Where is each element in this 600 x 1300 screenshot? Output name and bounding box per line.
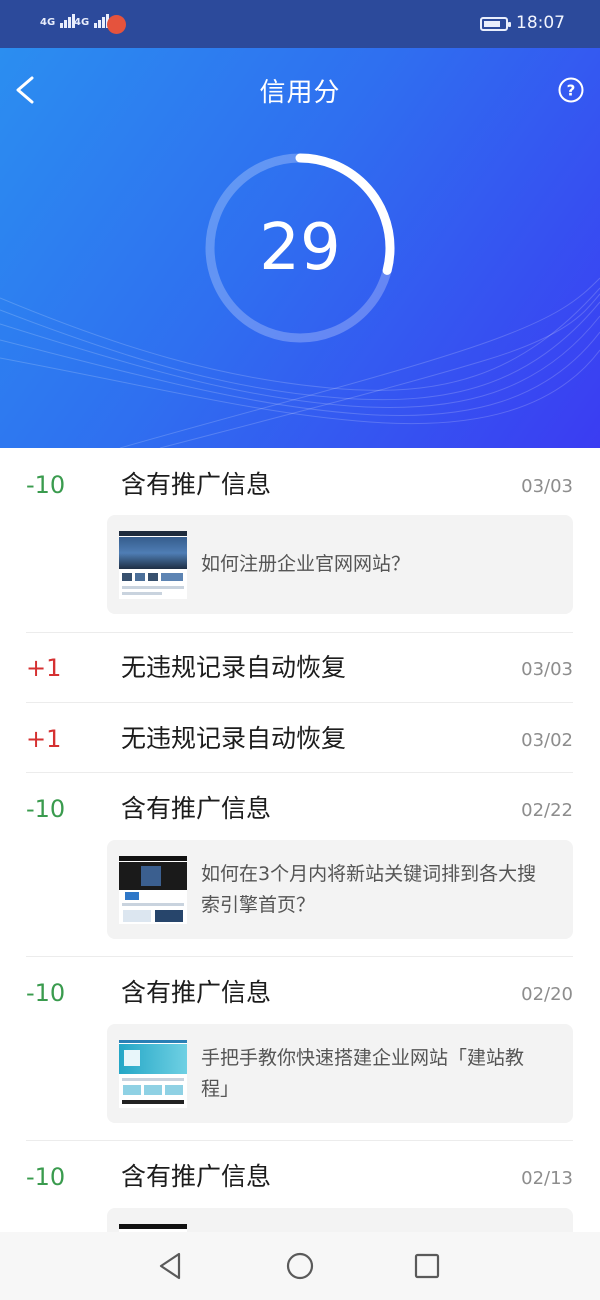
score-delta: -10 (26, 979, 66, 1007)
score-delta: -10 (26, 795, 66, 823)
article-card[interactable]: 手把手教你快速搭建企业网站「建站教程」 (107, 1024, 573, 1123)
help-circle-icon: ? (558, 77, 584, 103)
score-delta: +1 (26, 725, 62, 753)
record-reason: 含有推广信息 (121, 794, 272, 823)
nav-recents-button[interactable] (411, 1250, 443, 1282)
nav-back-button[interactable] (155, 1250, 187, 1282)
record-date: 02/13 (521, 1168, 573, 1189)
back-triangle-icon (159, 1252, 181, 1280)
score-delta: -10 (26, 471, 66, 499)
signal-4g-icon: 4G (40, 14, 75, 28)
article-card[interactable] (107, 1208, 573, 1232)
article-title: 如何在3个月内将新站关键词排到各大搜索引擎首页？ (201, 863, 537, 916)
recents-square-icon (414, 1253, 440, 1279)
article-card[interactable]: 如何在3个月内将新站关键词排到各大搜索引擎首页？ (107, 840, 573, 939)
nav-home-button[interactable] (284, 1250, 316, 1282)
divider (26, 702, 573, 703)
svg-text:?: ? (567, 82, 576, 100)
page-title: 信用分 (259, 78, 341, 108)
battery-icon (480, 17, 511, 31)
signal-4g-icon: 4G (74, 14, 109, 28)
divider (26, 956, 573, 957)
record-reason: 无违规记录自动恢复 (121, 724, 347, 753)
article-thumbnail (119, 1040, 187, 1108)
record-reason: 含有推广信息 (121, 1162, 272, 1191)
article-thumbnail (119, 856, 187, 924)
article-thumbnail (119, 531, 187, 599)
score-header: 信用分 ? 29 (0, 48, 600, 448)
article-title: 手把手教你快速搭建企业网站「建站教程」 (201, 1047, 525, 1100)
record-reason: 含有推广信息 (121, 978, 272, 1007)
status-time: 18:07 (516, 13, 565, 33)
record-reason: 含有推广信息 (121, 470, 272, 499)
notification-app-icon (107, 15, 126, 34)
record-date: 03/03 (521, 476, 573, 497)
divider (26, 772, 573, 773)
record-date: 03/03 (521, 659, 573, 680)
article-thumbnail (119, 1224, 187, 1232)
divider (26, 632, 573, 633)
home-circle-icon (286, 1252, 314, 1280)
record-date: 02/20 (521, 984, 573, 1005)
record-date: 02/22 (521, 800, 573, 821)
system-navigation-bar (0, 1232, 600, 1300)
score-delta: -10 (26, 1163, 66, 1191)
article-card[interactable]: 如何注册企业官网网站？ (107, 515, 573, 614)
help-button[interactable]: ? (557, 76, 585, 104)
score-delta: +1 (26, 654, 62, 682)
record-reason: 无违规记录自动恢复 (121, 653, 347, 682)
credit-score-value: 29 (259, 211, 341, 285)
article-title: 如何注册企业官网网站？ (201, 553, 411, 575)
divider (26, 1140, 573, 1141)
status-bar: 4G 4G 18:07 (0, 0, 600, 48)
record-date: 03/02 (521, 730, 573, 751)
